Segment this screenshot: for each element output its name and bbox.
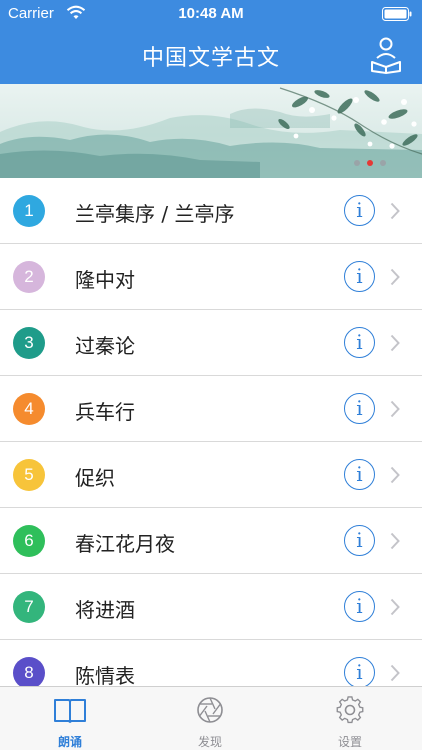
list-item-title: 陈情表 [75,664,135,688]
info-icon[interactable]: i [344,591,375,622]
number-badge: 4 [13,393,45,425]
carousel-dot[interactable] [354,160,360,166]
chevron-right-icon [390,466,400,484]
chevron-right-icon [390,334,400,352]
number-badge: 2 [13,261,45,293]
list-item[interactable]: 1 兰亭集序 / 兰亭序 i [0,178,422,244]
tab-bar: 朗诵 发现 设置 [0,686,422,750]
aperture-icon [197,697,223,723]
chevron-right-icon [390,268,400,286]
chevron-right-icon [390,598,400,616]
battery-icon [382,7,412,21]
tab-label: 发现 [197,735,222,749]
list-item-title: 兵车行 [75,400,135,424]
number-badge: 8 [13,657,45,689]
info-icon[interactable]: i [344,327,375,358]
info-icon[interactable]: i [344,195,375,226]
chevron-right-icon [390,400,400,418]
chevron-right-icon [390,202,400,220]
info-icon[interactable]: i [344,459,375,490]
info-icon[interactable]: i [344,525,375,556]
list-item[interactable]: 5 促织 i [0,442,422,508]
number-badge: 1 [13,195,45,227]
gear-icon [336,696,364,724]
chevron-right-icon [390,664,400,682]
number-badge: 3 [13,327,45,359]
list-item-title: 兰亭集序 / 兰亭序 [75,202,235,226]
reading-person-icon[interactable] [368,36,404,74]
list-item-title: 过秦论 [75,334,135,358]
info-icon[interactable]: i [344,261,375,292]
chevron-right-icon [390,532,400,550]
list-item-title: 隆中对 [75,268,135,292]
status-time: 10:48 AM [178,5,244,22]
article-list: 1 兰亭集序 / 兰亭序 i 2 隆中对 i 3 过秦论 i 4 兵车行 i 5 促织 i 6 春江花月夜 i 7 将… [0,178,422,706]
carousel-dot[interactable] [380,160,386,166]
banner-carousel[interactable] [0,84,422,178]
carousel-dot-active[interactable] [367,160,373,166]
list-item-title: 春江花月夜 [75,532,175,556]
list-item[interactable]: 2 隆中对 i [0,244,422,310]
list-item[interactable]: 4 兵车行 i [0,376,422,442]
list-item[interactable]: 3 过秦论 i [0,310,422,376]
number-badge: 7 [13,591,45,623]
status-bar: Carrier 10:48 AM [0,0,422,28]
number-badge: 6 [13,525,45,557]
tab-recite[interactable]: 朗诵 [15,687,125,750]
info-icon[interactable]: i [344,657,375,688]
info-icon[interactable]: i [344,393,375,424]
list-item[interactable]: 7 将进酒 i [0,574,422,640]
tab-label: 设置 [337,735,362,749]
list-item-title: 将进酒 [75,598,135,622]
book-icon [54,699,86,723]
tab-label: 朗诵 [57,735,82,749]
carousel-page-indicator[interactable] [354,160,386,166]
tab-settings[interactable]: 设置 [295,687,405,750]
tab-discover[interactable]: 发现 [155,687,265,750]
page-title: 中国文学古文 [141,46,280,71]
list-item-title: 促织 [75,466,115,490]
header: Carrier 10:48 AM 中国文学古文 [0,0,422,84]
list-item[interactable]: 6 春江花月夜 i [0,508,422,574]
number-badge: 5 [13,459,45,491]
